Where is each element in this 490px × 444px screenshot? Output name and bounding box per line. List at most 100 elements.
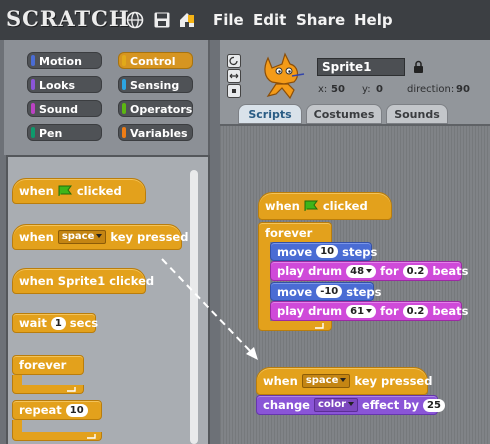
key-dropdown[interactable]: space (57, 230, 107, 244)
change-effect-block[interactable]: change color effect by 25 (256, 395, 445, 415)
forever-stem (258, 240, 270, 322)
block-text: move (277, 244, 313, 259)
block-text: key pressed (354, 374, 433, 388)
green-flag-icon (58, 185, 72, 196)
effect-amount-input[interactable]: 25 (422, 398, 445, 412)
palette-repeat-block[interactable]: repeat 10 (12, 400, 102, 420)
when-key-pressed-block[interactable]: when space key pressed (256, 367, 432, 395)
chevron-down-icon (348, 402, 355, 406)
block-text: play drum (277, 304, 343, 318)
lock-icon[interactable] (413, 60, 424, 74)
sprite-cat-thumbnail[interactable] (254, 50, 310, 102)
category-label: Looks (39, 79, 75, 92)
block-text: wait (19, 316, 47, 330)
block-text: beats (432, 304, 469, 318)
chevron-down-icon (366, 268, 373, 273)
category-sound[interactable]: Sound (27, 100, 102, 117)
menu-share[interactable]: Share (296, 11, 345, 29)
key-dropdown[interactable]: space (301, 374, 351, 388)
tab-costumes[interactable]: Costumes (306, 104, 382, 124)
menu-help[interactable]: Help (354, 11, 393, 29)
move-steps-block[interactable]: move -10 steps (270, 282, 381, 301)
loop-arrow-icon (87, 434, 96, 439)
palette-scrollbar[interactable] (190, 170, 198, 444)
move-steps-block[interactable]: move 10 steps (270, 242, 377, 261)
share-house-icon[interactable] (178, 11, 196, 29)
drum-input[interactable]: 48 (346, 264, 377, 278)
block-text: play drum (277, 264, 343, 278)
direction-value: 90 (456, 84, 470, 95)
palette-forever-block[interactable]: forever (12, 355, 84, 375)
play-drum-block[interactable]: play drum 48 for 0.2 beats (270, 261, 469, 281)
category-label: Operators (130, 103, 193, 116)
block-text: secs (69, 316, 99, 330)
category-sensing[interactable]: Sensing (118, 76, 193, 93)
category-looks[interactable]: Looks (27, 76, 102, 93)
category-motion[interactable]: Motion (27, 52, 102, 69)
chevron-down-icon (366, 308, 373, 313)
category-color-bar (122, 103, 126, 114)
tab-scripts[interactable]: Scripts (238, 104, 302, 124)
block-text: for (380, 304, 399, 318)
block-text: change (263, 398, 310, 412)
category-variables[interactable]: Variables (118, 124, 193, 141)
category-label: Variables (130, 127, 188, 140)
block-text: key pressed (110, 230, 189, 244)
category-control[interactable]: Control (118, 52, 193, 69)
drum-input[interactable]: 61 (346, 304, 377, 318)
tab-sounds[interactable]: Sounds (386, 104, 448, 124)
sprite-name-field[interactable]: Sprite1 (317, 58, 405, 76)
beats-input[interactable]: 0.2 (402, 264, 429, 278)
play-drum-block[interactable]: play drum 61 for 0.2 beats (270, 301, 469, 321)
block-text: when (265, 199, 300, 213)
category-label: Pen (39, 127, 63, 140)
category-color-bar (122, 127, 126, 138)
x-value: 50 (331, 84, 345, 95)
direction-label: direction: (407, 84, 455, 95)
menu-edit[interactable]: Edit (253, 11, 286, 29)
category-operators[interactable]: Operators (118, 100, 193, 117)
beats-input[interactable]: 0.2 (402, 304, 429, 318)
effect-dropdown[interactable]: color (313, 398, 359, 412)
green-flag-icon (304, 200, 318, 211)
block-text: steps (342, 244, 378, 259)
block-text: repeat (19, 403, 62, 417)
wait-secs-input[interactable]: 1 (50, 316, 66, 330)
category-color-bar (122, 55, 126, 66)
loop-arrow-icon (67, 387, 76, 392)
block-text: steps (346, 284, 382, 299)
category-color-bar (31, 79, 35, 90)
when-flag-clicked-block[interactable]: when clicked (258, 192, 392, 220)
category-pen[interactable]: Pen (27, 124, 102, 141)
palette-when-flag-clicked-block[interactable]: when clicked (12, 178, 146, 204)
category-color-bar (122, 79, 126, 90)
palette-when-key-pressed-block[interactable]: when space key pressed (12, 224, 188, 250)
dropdown-value: color (317, 399, 347, 410)
block-text: for (380, 264, 399, 278)
forever-stem (12, 375, 22, 385)
block-text: when Sprite1 clicked (19, 274, 155, 288)
palette-when-sprite-clicked-block[interactable]: when Sprite1 clicked (12, 268, 154, 294)
repeat-count-input[interactable]: 10 (65, 403, 88, 417)
chevron-down-icon (340, 378, 347, 382)
category-label: Motion (39, 55, 82, 68)
category-label: Sensing (130, 79, 180, 92)
steps-input[interactable]: 10 (316, 245, 339, 258)
block-text: effect by (362, 398, 419, 412)
category-color-bar (31, 103, 35, 114)
block-text: forever (265, 225, 313, 240)
save-icon[interactable] (153, 11, 171, 29)
block-text: move (277, 284, 313, 299)
dropdown-value: space (61, 231, 95, 242)
block-text: beats (432, 264, 469, 278)
block-text: when (19, 184, 54, 198)
steps-input[interactable]: -10 (316, 285, 343, 298)
repeat-stem (12, 420, 22, 432)
category-color-bar (31, 127, 35, 138)
dropdown-value: space (305, 375, 339, 386)
forever-block[interactable]: forever (258, 222, 332, 242)
menu-file[interactable]: File (213, 11, 244, 29)
block-text: when (263, 374, 298, 388)
palette-wait-block[interactable]: wait 1 secs (12, 313, 99, 333)
globe-icon[interactable] (126, 11, 144, 29)
